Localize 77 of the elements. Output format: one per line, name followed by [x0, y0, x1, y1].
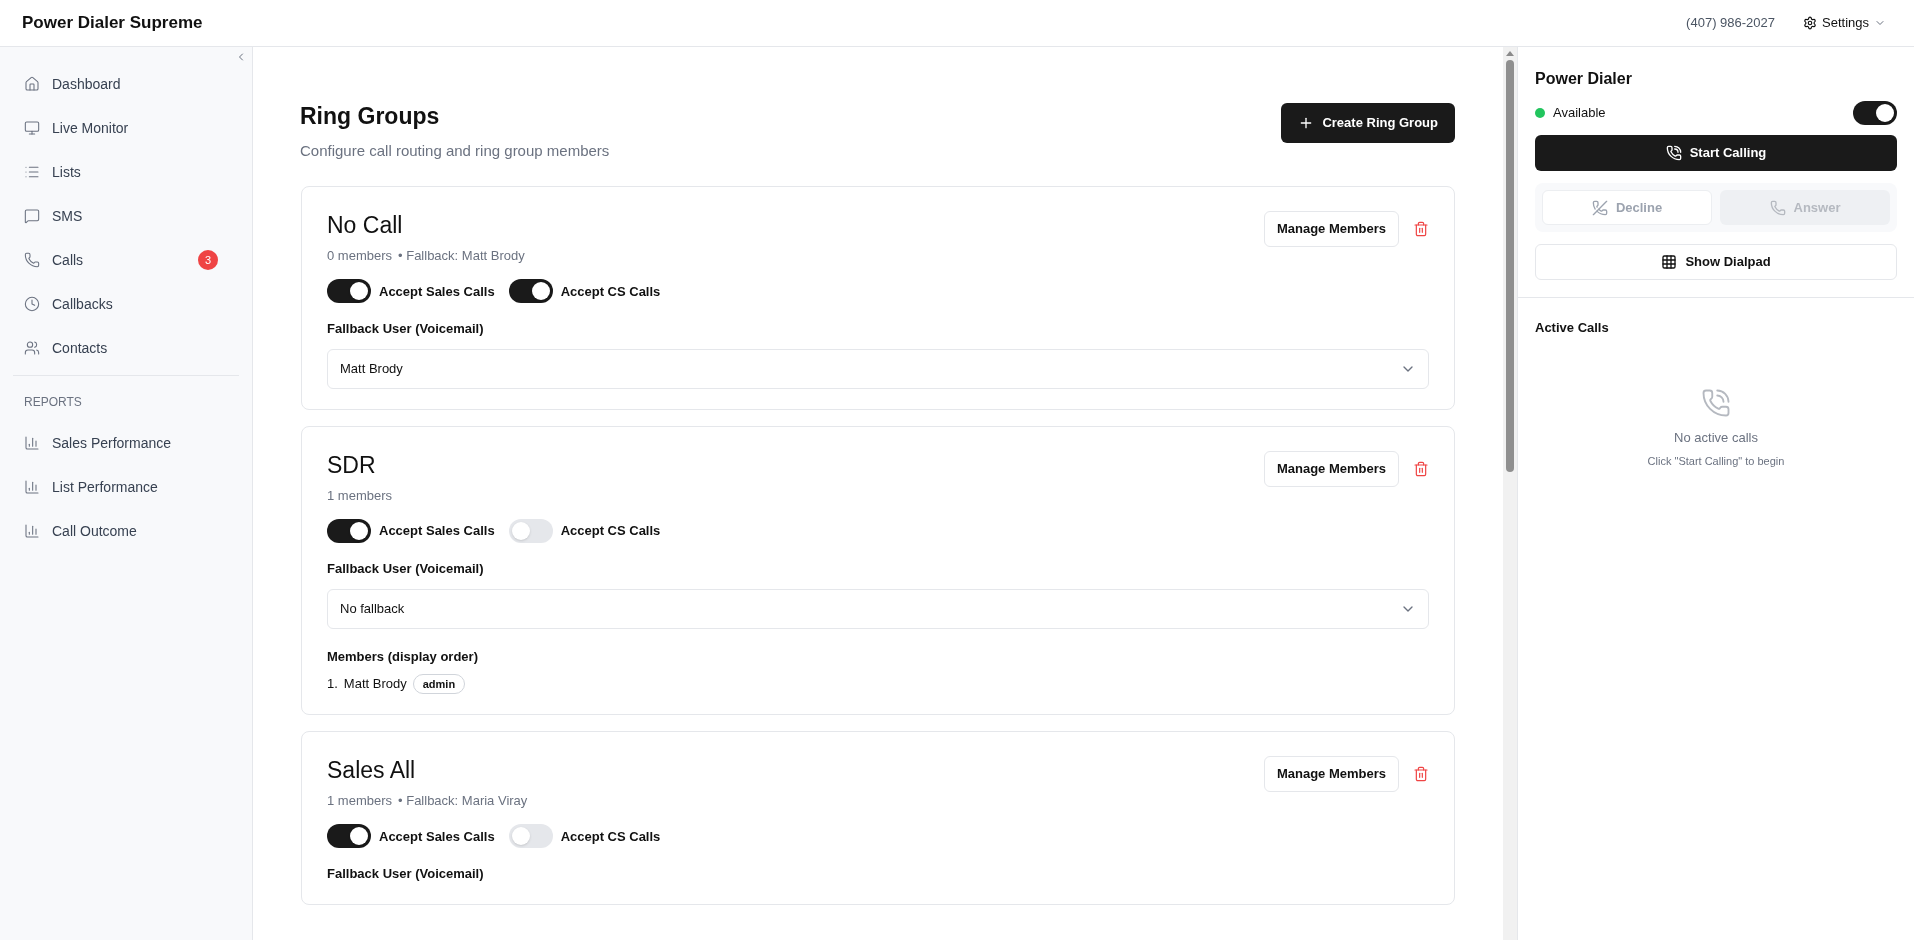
members-heading: Members (display order): [327, 647, 479, 666]
group-title: SDR: [327, 450, 377, 480]
section-heading: Active Calls: [1535, 319, 1610, 337]
toggle-switch[interactable]: [327, 519, 371, 543]
page-subtitle: Configure call routing and ring group members: [300, 140, 610, 161]
manage-members-button[interactable]: Manage Members: [1263, 756, 1399, 792]
member-count: 1 members: [327, 486, 393, 505]
field-label: Fallback User (Voicemail): [327, 865, 485, 884]
toggle-switch[interactable]: [327, 279, 371, 304]
group-title: Sales All: [327, 756, 417, 785]
start-calling-button[interactable]: Start Calling: [1535, 135, 1897, 171]
dialpad-icon: [1661, 254, 1678, 270]
phone-icon: [1769, 199, 1786, 216]
phone-off-icon: [1591, 199, 1608, 216]
scrollbar[interactable]: [1503, 47, 1517, 940]
empty-hint: Click "Start Calling" to begin: [1647, 454, 1785, 469]
delete-icon[interactable]: [1413, 460, 1429, 477]
status-label: Available: [1553, 104, 1606, 123]
delete-icon[interactable]: [1413, 766, 1429, 782]
member-name: Matt Brody: [343, 675, 407, 694]
fallback-select[interactable]: Matt Brody: [327, 348, 1429, 389]
section-heading: REPORTS: [23, 394, 83, 411]
sidebar-item[interactable]: Callbacks: [4, 282, 248, 326]
fallback-note: • Fallback: Maria Viray: [398, 791, 528, 810]
create-ring-group-button[interactable]: Create Ring Group: [1281, 103, 1455, 143]
empty-title: No active calls: [1674, 428, 1758, 447]
show-dialpad-button[interactable]: Show Dialpad: [1535, 244, 1897, 280]
toggle-switch[interactable]: [327, 824, 371, 849]
monitor-icon: [24, 120, 40, 136]
toggle-label: Accept Sales Calls: [379, 522, 495, 541]
toggle-label: Accept Sales Calls: [379, 282, 495, 301]
sidebar-item[interactable]: Calls 3: [4, 238, 248, 282]
phone-icon: [24, 252, 40, 268]
toggle-switch[interactable]: [1853, 101, 1897, 125]
app-title: Power Dialer Supreme: [22, 12, 203, 35]
chat-bubble-icon: [24, 208, 40, 224]
toggle-label: Accept CS Calls: [560, 827, 661, 846]
member-count: 0 members: [327, 246, 393, 265]
home-icon: [24, 76, 40, 92]
phone-call-icon: [1665, 145, 1682, 161]
toggle-switch[interactable]: [508, 824, 553, 849]
panel-title: Power Dialer: [1535, 69, 1633, 89]
field-label: Fallback User (Voicemail): [327, 320, 485, 339]
clock-icon: [24, 296, 40, 312]
sidebar-item[interactable]: Lists: [4, 150, 248, 194]
fallback-note: • Fallback: Matt Brody: [398, 246, 525, 265]
list-icon: [24, 164, 40, 180]
toggle-label: Accept CS Calls: [560, 522, 661, 541]
fallback-select[interactable]: No fallback: [327, 588, 1429, 629]
bar-chart-icon: [24, 479, 40, 495]
settings-icon: [1803, 16, 1817, 30]
sidebar-item[interactable]: Live Monitor: [4, 106, 248, 150]
phone-call-icon: [1701, 387, 1731, 418]
count-badge: 3: [198, 250, 218, 270]
sidebar-item[interactable]: SMS: [4, 194, 248, 238]
sidebar-item[interactable]: Sales Performance: [4, 421, 248, 465]
manage-members-button[interactable]: Manage Members: [1263, 450, 1399, 487]
toggle-label: Accept Sales Calls: [379, 827, 495, 846]
member-count: 1 members: [327, 791, 393, 810]
sidebar-item[interactable]: List Performance: [4, 465, 248, 509]
toggle-switch[interactable]: [508, 279, 553, 304]
page-title: Ring Groups: [300, 102, 441, 131]
bar-chart-icon: [24, 523, 40, 539]
toggle-switch[interactable]: [508, 519, 553, 543]
settings-menu[interactable]: Settings: [1803, 13, 1886, 33]
sidebar-item[interactable]: Call Outcome: [4, 509, 248, 553]
delete-icon[interactable]: [1413, 221, 1429, 237]
phone-number: (407) 986-2027: [1686, 14, 1775, 33]
group-title: No Call: [327, 211, 404, 240]
manage-members-button[interactable]: Manage Members: [1263, 211, 1399, 247]
sidebar-item[interactable]: Dashboard: [4, 62, 248, 106]
toggle-label: Accept CS Calls: [560, 282, 661, 301]
field-label: Fallback User (Voicemail): [327, 560, 485, 578]
users-icon: [24, 340, 40, 356]
member-index: 1.: [327, 675, 338, 694]
bar-chart-icon: [24, 435, 40, 451]
sidebar-item[interactable]: Contacts: [4, 326, 248, 370]
